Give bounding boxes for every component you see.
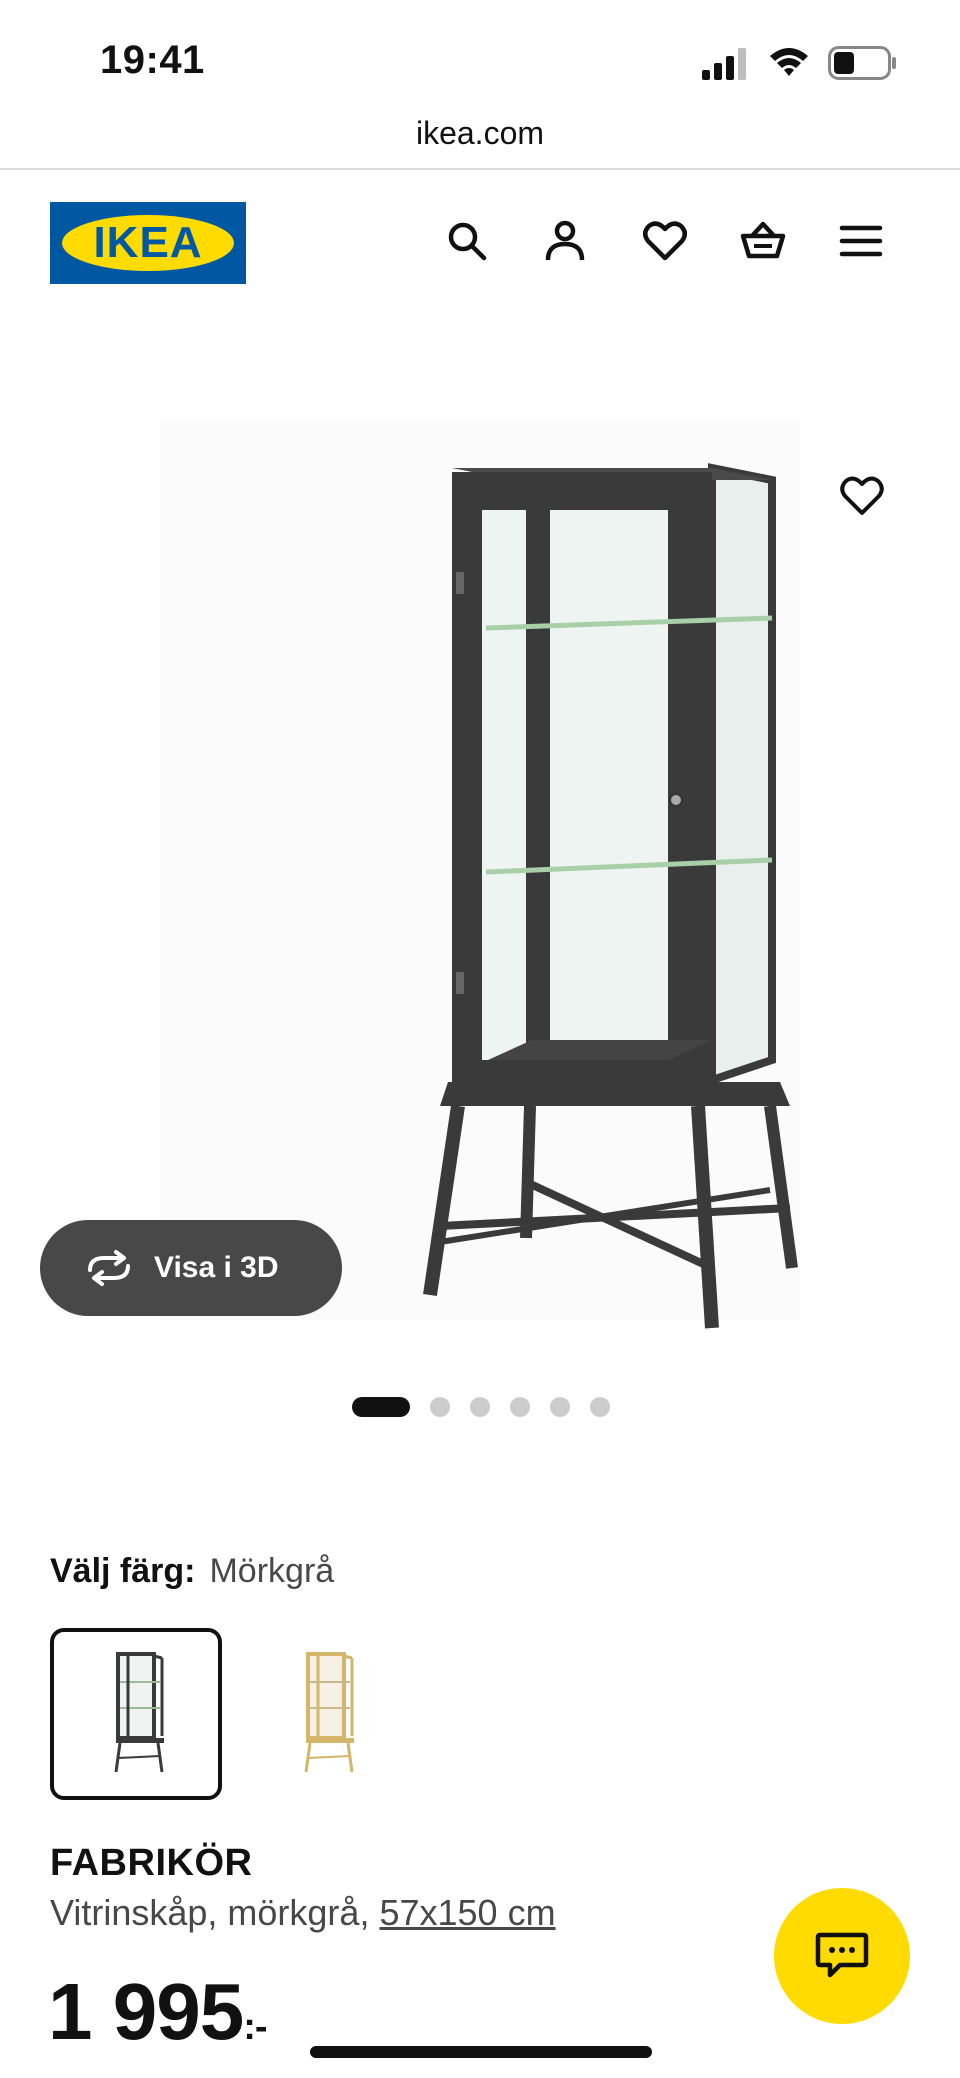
- color-swatch-dark-grey[interactable]: [50, 1628, 222, 1800]
- carousel-dot[interactable]: [590, 1397, 610, 1417]
- scrolled-cutoff-text: [0, 312, 960, 342]
- chat-support-button[interactable]: [774, 1888, 910, 2024]
- carousel-dot[interactable]: [510, 1397, 530, 1417]
- heart-icon: [840, 476, 884, 515]
- basket-icon: [740, 221, 786, 259]
- selected-color-value: Mörkgrå: [209, 1552, 335, 1590]
- address-bar[interactable]: ikea.com: [0, 110, 960, 170]
- menu-button[interactable]: [836, 216, 886, 266]
- search-icon: [448, 222, 487, 261]
- carousel-dot-active[interactable]: [352, 1397, 410, 1417]
- site-header: IKEA: [0, 172, 960, 312]
- status-bar: 19:41: [0, 0, 960, 110]
- basket-button[interactable]: [738, 216, 788, 266]
- chat-bubble-icon: [815, 1932, 869, 1978]
- product-price: 1 995:-: [48, 1966, 268, 2058]
- cabinet-thumbnail-beige: [304, 1652, 354, 1773]
- price-amount: 1 995: [48, 1967, 244, 2056]
- wifi-icon: [770, 48, 808, 76]
- cellular-signal-icon: [702, 48, 746, 80]
- heart-icon: [643, 221, 687, 261]
- status-time: 19:41: [100, 38, 205, 82]
- cabinet-thumbnail-dark: [114, 1652, 164, 1773]
- user-icon: [545, 220, 585, 261]
- color-swatch-beige[interactable]: [240, 1628, 412, 1800]
- search-button[interactable]: [442, 216, 492, 266]
- menu-icon: [839, 225, 883, 257]
- battery-icon: [828, 46, 896, 80]
- product-name: FABRIKÖR: [50, 1842, 253, 1884]
- carousel-dot[interactable]: [430, 1397, 450, 1417]
- product-size-link[interactable]: 57x150 cm: [379, 1892, 555, 1933]
- image-carousel-dots: [352, 1396, 630, 1418]
- price-suffix: :-: [243, 2006, 267, 2048]
- color-selector-label-row: Välj färg: Mörkgrå: [50, 1552, 334, 1591]
- url-text[interactable]: ikea.com: [416, 110, 544, 156]
- profile-button[interactable]: [540, 216, 590, 266]
- color-label: Välj färg:: [50, 1552, 196, 1590]
- carousel-dot[interactable]: [550, 1397, 570, 1417]
- logo-text: IKEA: [93, 218, 203, 267]
- view-in-3d-button[interactable]: Visa i 3D: [40, 1220, 342, 1316]
- view-in-3d-label: Visa i 3D: [154, 1251, 279, 1284]
- product-description-text: Vitrinskåp, mörkgrå,: [50, 1892, 380, 1933]
- wishlist-button[interactable]: [640, 216, 690, 266]
- product-description: Vitrinskåp, mörkgrå, 57x150 cm: [50, 1892, 556, 1934]
- add-to-favorites-button[interactable]: [834, 468, 890, 524]
- rotate-3d-icon: [82, 1248, 136, 1288]
- home-indicator[interactable]: [310, 2046, 652, 2058]
- ikea-logo[interactable]: IKEA: [50, 202, 246, 284]
- carousel-dot[interactable]: [470, 1397, 490, 1417]
